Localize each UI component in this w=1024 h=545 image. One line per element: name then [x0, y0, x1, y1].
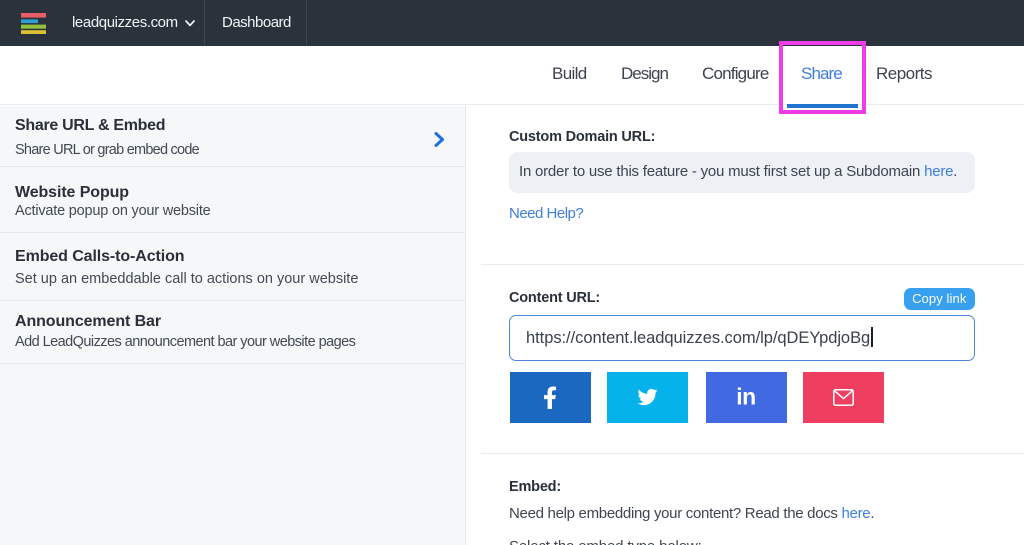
svg-text:in: in [736, 384, 755, 410]
